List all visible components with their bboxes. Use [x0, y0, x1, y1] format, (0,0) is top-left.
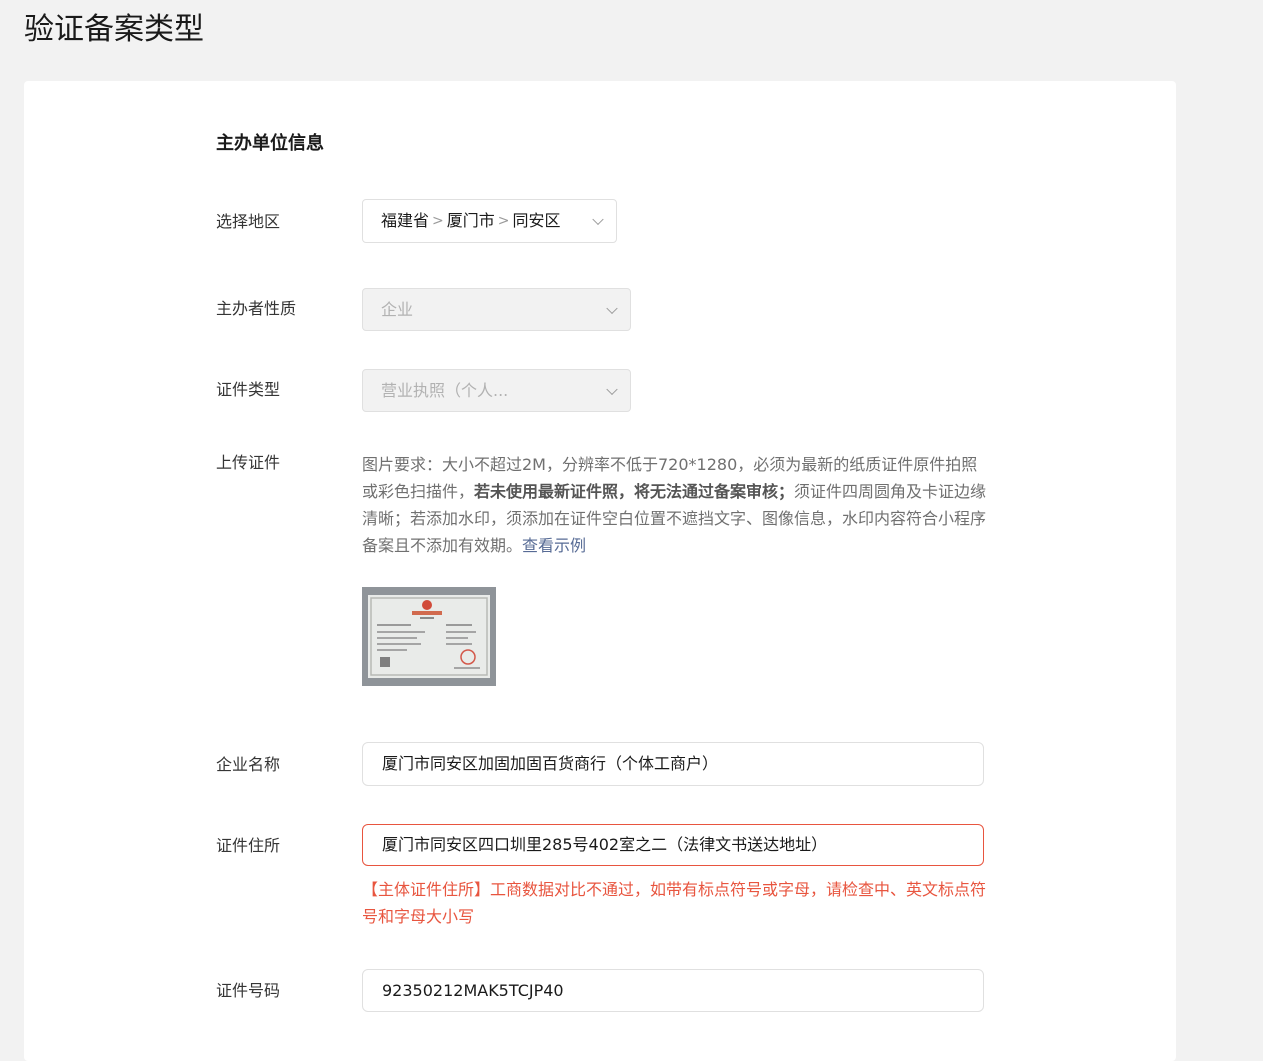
- nature-value: 企业: [381, 299, 414, 319]
- region-district: 同安区: [512, 211, 561, 230]
- page-title: 验证备案类型: [24, 12, 204, 47]
- chevron-down-icon: [606, 302, 618, 314]
- chevron-down-icon: [592, 213, 604, 226]
- section-title: 主办单位信息: [216, 133, 324, 154]
- chevron-right-icon: >: [497, 213, 510, 229]
- region-label: 选择地区: [216, 212, 281, 231]
- cert-number-input[interactable]: 92350212MAK5TCJP40: [362, 969, 984, 1012]
- region-city: 厦门市: [446, 211, 495, 230]
- view-example-link[interactable]: 查看示例: [522, 536, 586, 555]
- address-label: 证件住所: [216, 836, 281, 855]
- upload-help-bold: 若未使用最新证件照，将无法通过备案审核；: [474, 482, 795, 501]
- cert-type-label: 证件类型: [216, 380, 281, 399]
- upload-label: 上传证件: [216, 453, 281, 472]
- cert-number-label: 证件号码: [216, 981, 281, 1000]
- chevron-down-icon: [606, 383, 618, 395]
- upload-help-text: 图片要求：大小不超过2M，分辨率不低于720*1280，必须为最新的纸质证件原件…: [362, 451, 987, 559]
- cert-type-value: 营业执照（个人...: [381, 380, 509, 400]
- address-input[interactable]: 厦门市同安区四口圳里285号402室之二（法律文书送达地址）: [362, 824, 984, 866]
- region-select[interactable]: 福建省 > 厦门市 > 同安区: [362, 199, 617, 243]
- company-name-label: 企业名称: [216, 755, 281, 774]
- address-error-text: 【主体证件住所】工商数据对比不通过，如带有标点符号或字母，请检查中、英文标点符号…: [362, 880, 987, 926]
- region-province: 福建省: [381, 211, 430, 230]
- uploaded-license-thumbnail[interactable]: [362, 587, 496, 686]
- license-image: [362, 587, 496, 686]
- cert-type-select[interactable]: 营业执照（个人...: [362, 369, 631, 412]
- company-name-input[interactable]: 厦门市同安区加固加固百货商行（个体工商户）: [362, 742, 984, 786]
- nature-label: 主办者性质: [216, 299, 297, 318]
- chevron-right-icon: >: [432, 213, 444, 229]
- nature-select[interactable]: 企业: [362, 288, 631, 331]
- form-card: 主办单位信息 选择地区 福建省 > 厦门市 > 同安区 主办者性质 企业 证件类…: [24, 81, 1176, 1061]
